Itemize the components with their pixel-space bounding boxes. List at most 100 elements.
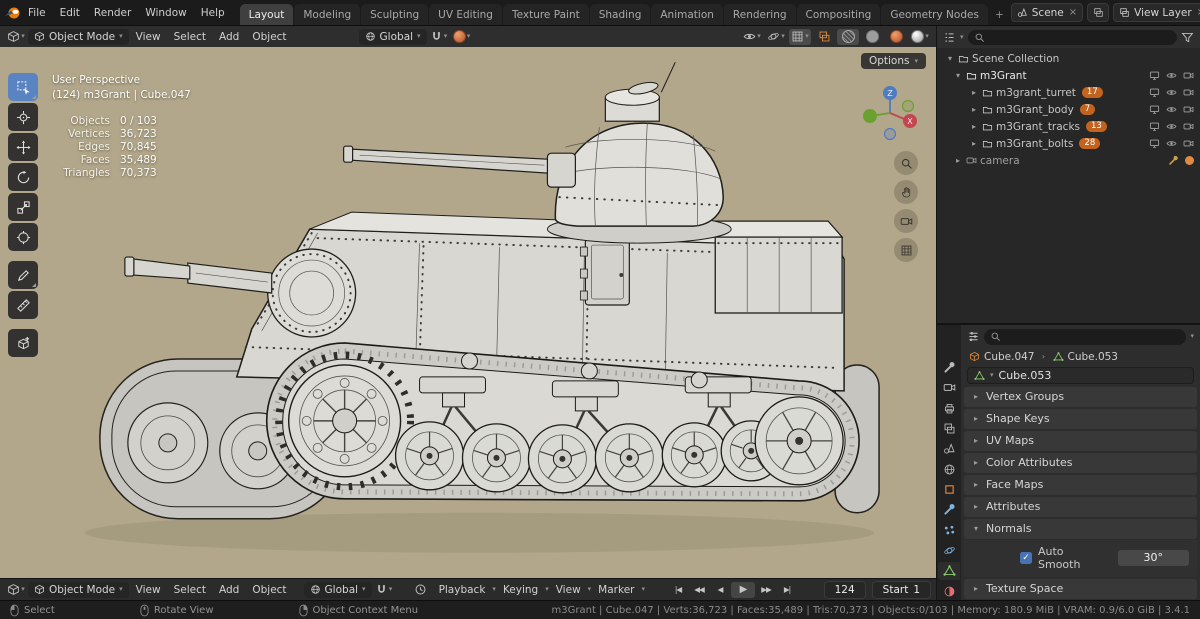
zoom-button[interactable] xyxy=(894,151,918,175)
tool-rotate[interactable] xyxy=(8,163,38,191)
tab-scene[interactable] xyxy=(938,440,960,457)
tab-particles[interactable] xyxy=(938,522,960,539)
tab-uv-editing[interactable]: UV Editing xyxy=(429,4,502,25)
auto-smooth-checkbox[interactable]: ✓ xyxy=(1020,551,1032,564)
outliner-row-camera[interactable]: ▸ camera xyxy=(937,152,1200,169)
disable-render-icon[interactable] xyxy=(1183,87,1194,98)
proportional-editing-toggle[interactable]: ▾ xyxy=(451,29,473,45)
pan-button[interactable] xyxy=(894,180,918,204)
tab-animation[interactable]: Animation xyxy=(651,4,723,25)
outliner-search-input[interactable] xyxy=(967,29,1177,45)
tab-view-layer[interactable] xyxy=(938,420,960,437)
gizmos-toggle[interactable]: ▾ xyxy=(765,29,787,45)
outliner-row-bolts[interactable]: ▸ m3Grant_bolts 28 xyxy=(937,135,1200,152)
tab-object[interactable] xyxy=(938,481,960,498)
expand-icon[interactable]: ▸ xyxy=(969,88,979,97)
disable-viewport-icon[interactable] xyxy=(1149,121,1160,132)
menu-marker[interactable]: Marker xyxy=(592,583,640,597)
menu-view[interactable]: View xyxy=(130,30,167,44)
disable-viewport-icon[interactable] xyxy=(1149,87,1160,98)
previous-keyframe-button[interactable]: ◀◀ xyxy=(689,582,709,598)
overlays-toggle[interactable]: ▾ xyxy=(789,28,811,45)
disable-render-icon[interactable] xyxy=(1183,138,1194,149)
menu-select[interactable]: Select xyxy=(168,30,212,44)
outliner-editor-icon[interactable] xyxy=(943,31,956,44)
playback-clock-button[interactable] xyxy=(410,582,432,598)
orthographic-toggle-button[interactable] xyxy=(894,238,918,262)
timeline-menu-add[interactable]: Add xyxy=(213,583,245,597)
disable-render-icon[interactable] xyxy=(1183,121,1194,132)
expand-icon[interactable]: ▸ xyxy=(969,105,979,114)
tool-select-box[interactable] xyxy=(8,73,38,101)
panel-color-attributes[interactable]: ▸ Color Attributes xyxy=(964,452,1197,473)
breadcrumb-data[interactable]: Cube.053 xyxy=(1068,351,1119,363)
jump-to-end-button[interactable]: ▶| xyxy=(777,582,797,598)
tool-move[interactable] xyxy=(8,133,38,161)
object-visibility-dropdown[interactable]: ▾ xyxy=(741,29,763,45)
timeline-menu-object[interactable]: Object xyxy=(246,583,292,597)
timeline-menu-select[interactable]: Select xyxy=(168,583,212,597)
tool-add-cube[interactable] xyxy=(8,329,38,357)
panel-shape-keys[interactable]: ▸ Shape Keys xyxy=(964,408,1197,429)
menu-playback[interactable]: Playback xyxy=(433,583,492,597)
transform-orientation-selector[interactable]: Global ▾ xyxy=(358,28,427,45)
mesh-data-name-field[interactable]: ▾ Cube.053 xyxy=(967,367,1194,384)
tab-physics[interactable] xyxy=(938,542,960,559)
expand-icon[interactable]: ▸ xyxy=(969,122,979,131)
panel-texture-space[interactable]: ▸ Texture Space xyxy=(964,578,1197,599)
shading-material-button[interactable] xyxy=(885,29,907,45)
menu-timeline-view[interactable]: View xyxy=(550,583,587,597)
3d-viewport[interactable]: User Perspective (124) m3Grant | Cube.04… xyxy=(0,47,936,578)
timeline-editor-type-button[interactable]: ▾ xyxy=(5,582,27,598)
outliner-row-body[interactable]: ▸ m3Grant_body 7 xyxy=(937,101,1200,118)
outliner-row-turret[interactable]: ▸ m3grant_turret 17 xyxy=(937,84,1200,101)
editor-type-button[interactable]: ▾ xyxy=(5,29,27,45)
hide-eye-icon[interactable] xyxy=(1166,70,1177,81)
expand-icon[interactable]: ▸ xyxy=(969,139,979,148)
hide-eye-icon[interactable] xyxy=(1166,104,1177,115)
outliner-row-m3grant[interactable]: ▾ m3Grant xyxy=(937,67,1200,84)
hide-eye-icon[interactable] xyxy=(1166,87,1177,98)
mode-selector[interactable]: Object Mode ▾ xyxy=(28,28,129,45)
scene-selector[interactable]: Scene × xyxy=(1010,3,1084,22)
shading-rendered-button[interactable]: ▾ xyxy=(909,29,931,45)
menu-object[interactable]: Object xyxy=(246,30,292,44)
outliner-row-scene-collection[interactable]: ▾ Scene Collection xyxy=(937,50,1200,67)
tab-render[interactable] xyxy=(938,379,960,396)
menu-window[interactable]: Window xyxy=(138,5,193,21)
tab-world[interactable] xyxy=(938,461,960,478)
xray-toggle[interactable] xyxy=(813,29,835,45)
outliner-row-tracks[interactable]: ▸ m3Grant_tracks 13 xyxy=(937,118,1200,135)
properties-editor-icon[interactable] xyxy=(967,330,980,343)
frame-start-field[interactable]: Start 1 xyxy=(871,580,931,599)
menu-edit[interactable]: Edit xyxy=(53,5,87,21)
view-layer-selector[interactable]: View Layer × xyxy=(1113,3,1200,22)
camera-view-button[interactable] xyxy=(894,209,918,233)
tab-geometry-nodes[interactable]: Geometry Nodes xyxy=(881,4,988,25)
tab-shading[interactable]: Shading xyxy=(589,4,651,25)
menu-keying[interactable]: Keying xyxy=(497,583,544,597)
collapse-icon[interactable]: ▾ xyxy=(953,71,963,80)
add-workspace-button[interactable]: + xyxy=(989,4,1010,25)
disable-viewport-icon[interactable] xyxy=(1149,70,1160,81)
tool-annotate[interactable] xyxy=(8,261,38,289)
tool-measure[interactable] xyxy=(8,291,38,319)
play-reverse-button[interactable]: ◀ xyxy=(710,582,730,598)
tab-compositing[interactable]: Compositing xyxy=(796,4,881,25)
panel-attributes[interactable]: ▸ Attributes xyxy=(964,496,1197,517)
breadcrumb-object[interactable]: Cube.047 xyxy=(984,351,1035,363)
tool-wrench-icon[interactable] xyxy=(1168,155,1179,166)
tool-transform[interactable] xyxy=(8,223,38,251)
filter-dropdown-icon[interactable]: ▾ xyxy=(1190,333,1194,340)
panel-vertex-groups[interactable]: ▸ Vertex Groups xyxy=(964,386,1197,407)
timeline-menu-view[interactable]: View xyxy=(130,583,167,597)
tool-scale[interactable] xyxy=(8,193,38,221)
panel-normals[interactable]: ▾ Normals xyxy=(964,518,1197,539)
tab-rendering[interactable]: Rendering xyxy=(723,4,796,25)
menu-render[interactable]: Render xyxy=(87,5,138,21)
hide-eye-icon[interactable] xyxy=(1166,138,1177,149)
disable-render-icon[interactable] xyxy=(1183,104,1194,115)
tab-texture-paint[interactable]: Texture Paint xyxy=(502,4,589,25)
tab-modifiers[interactable] xyxy=(938,501,960,518)
menu-help[interactable]: Help xyxy=(194,5,232,21)
